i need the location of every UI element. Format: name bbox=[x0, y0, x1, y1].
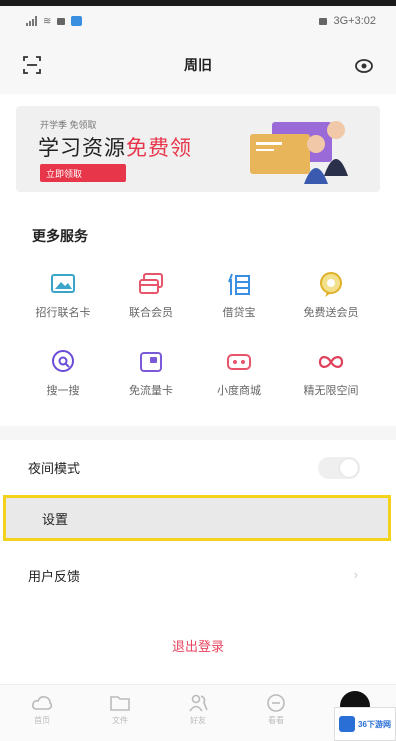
search-bubble-icon bbox=[52, 350, 74, 372]
signal-icon bbox=[26, 16, 37, 26]
night-mode-row[interactable]: 夜间模式 bbox=[28, 444, 368, 490]
nav-bar: 周旧 bbox=[0, 36, 396, 94]
service-label: 免流量卡 bbox=[129, 385, 173, 397]
service-item-loan[interactable]: 借贷宝 bbox=[196, 270, 282, 326]
wifi-icon: ≋ bbox=[43, 15, 52, 27]
banner-illustration bbox=[250, 121, 348, 184]
service-label: 招行联名卡 bbox=[35, 307, 91, 319]
section-title: 更多服务 bbox=[32, 228, 88, 244]
banner-title-highlight: 免费领 bbox=[126, 137, 192, 160]
service-item-store[interactable]: 小度商城 bbox=[196, 348, 282, 404]
banner-claim-button[interactable]: 立即领取 bbox=[40, 164, 126, 182]
night-mode-toggle[interactable] bbox=[318, 457, 360, 479]
service-label: 搜一搜 bbox=[46, 385, 80, 397]
app-notification-icon bbox=[71, 16, 83, 26]
night-mode-label: 夜间模式 bbox=[28, 460, 81, 476]
service-label: 联合会员 bbox=[129, 307, 173, 319]
tab-home[interactable]: 首页 bbox=[12, 693, 72, 726]
tab-watch[interactable]: 看看 bbox=[246, 693, 306, 726]
promo-banner[interactable]: 开学季 免领取 学习资源免费领 立即领取 bbox=[16, 106, 380, 192]
watermark: 36下游网 bbox=[334, 707, 396, 741]
more-services-card: 更多服务 招行联名卡 联合会员 借贷宝 免费送会员 搜一搜 免流量卡 小度商城 … bbox=[20, 210, 376, 420]
banner-subtitle: 开学季 免领取 bbox=[40, 120, 97, 130]
gift-bubble-icon bbox=[320, 272, 342, 297]
service-item-cmb-card[interactable]: 招行联名卡 bbox=[20, 270, 106, 326]
banner-title-normal: 学习资源 bbox=[38, 137, 126, 160]
chevron-right-icon: › bbox=[353, 567, 358, 582]
store-icon bbox=[227, 354, 251, 370]
borrow-icon bbox=[228, 273, 250, 295]
status-left: ≋ bbox=[26, 15, 83, 27]
image-card-icon bbox=[51, 274, 75, 293]
eye-icon[interactable] bbox=[354, 56, 374, 76]
service-item-free-member[interactable]: 免费送会员 bbox=[288, 270, 374, 326]
infinity-icon bbox=[318, 356, 344, 368]
status-right: 3G+3:02 bbox=[319, 15, 376, 27]
tab-label: 文件 bbox=[112, 716, 128, 725]
tab-label: 看看 bbox=[268, 716, 284, 725]
watermark-logo-icon bbox=[339, 716, 356, 732]
service-item-data-card[interactable]: 免流量卡 bbox=[108, 348, 194, 404]
settings-label: 设置 bbox=[42, 511, 69, 527]
cloud-icon bbox=[32, 696, 53, 710]
people-icon bbox=[189, 694, 208, 712]
section-divider bbox=[0, 426, 396, 440]
tab-label: 首页 bbox=[34, 716, 50, 725]
service-label: 免费送会员 bbox=[303, 307, 359, 319]
settings-row[interactable]: 设置 bbox=[3, 495, 391, 541]
service-label: 精无限空间 bbox=[303, 385, 359, 397]
feedback-label: 用户反馈 bbox=[28, 568, 81, 584]
tab-label: 好友 bbox=[190, 716, 206, 725]
watermark-text: 36下游网 bbox=[358, 719, 391, 729]
service-label: 小度商城 bbox=[217, 385, 261, 397]
scan-icon[interactable] bbox=[22, 55, 42, 75]
tab-friends[interactable]: 好友 bbox=[168, 693, 228, 726]
clock-icon bbox=[267, 694, 285, 712]
folder-icon bbox=[110, 696, 130, 711]
notification-icon bbox=[57, 17, 66, 25]
battery-icon bbox=[319, 17, 328, 25]
banner-title: 学习资源免费领 bbox=[38, 132, 192, 162]
service-item-joint-member[interactable]: 联合会员 bbox=[108, 270, 194, 326]
toggle-knob bbox=[340, 459, 358, 477]
service-item-infinite-space[interactable]: 精无限空间 bbox=[288, 348, 374, 404]
logout-button[interactable]: 退出登录 bbox=[0, 636, 396, 655]
page-title: 周旧 bbox=[184, 57, 212, 73]
status-time: 3G+3:02 bbox=[333, 15, 376, 27]
service-item-search[interactable]: 搜一搜 bbox=[20, 348, 106, 404]
service-label: 借贷宝 bbox=[222, 307, 256, 319]
feedback-row[interactable]: 用户反馈 › bbox=[28, 552, 368, 598]
card-stack-icon bbox=[139, 273, 163, 294]
status-bar: ≋ 3G+3:02 bbox=[0, 6, 396, 36]
tab-files[interactable]: 文件 bbox=[90, 693, 150, 726]
data-card-icon bbox=[140, 352, 162, 372]
